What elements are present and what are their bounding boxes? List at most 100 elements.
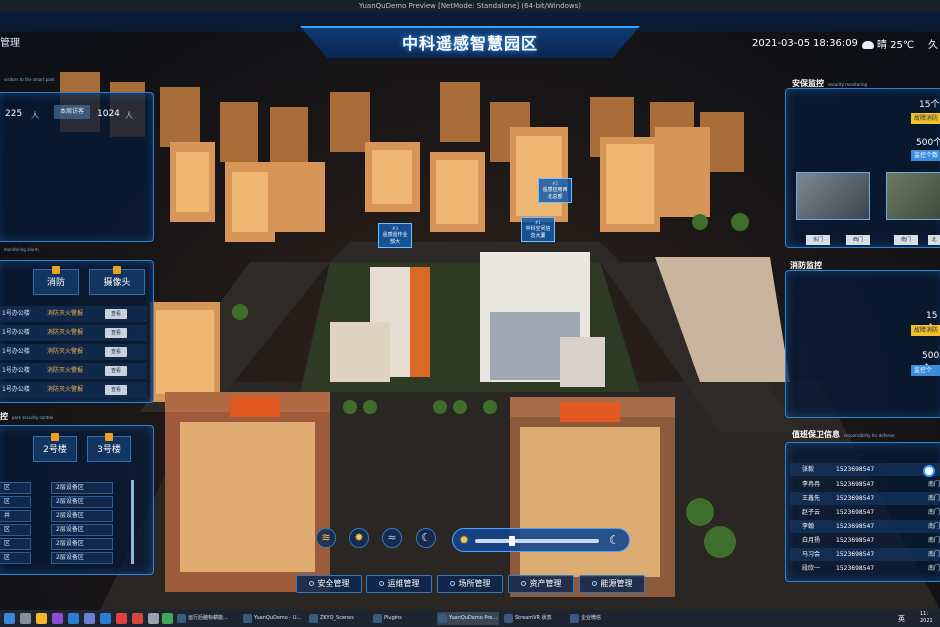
alarm-view-button[interactable]: 查看 <box>105 366 127 376</box>
tab-flag-icon <box>52 266 60 274</box>
visitor-unit: 人 <box>31 111 39 120</box>
duty-row: 李冉冉 1523698547 南门 <box>790 478 940 491</box>
slider-track[interactable] <box>475 539 599 543</box>
app-icon[interactable] <box>84 613 95 624</box>
camera-feed-thumbnail[interactable] <box>886 172 940 220</box>
slider-thumb[interactable] <box>509 536 515 546</box>
duty-name: 李冉冉 <box>802 481 821 488</box>
duty-title: 值班保卫信息 <box>792 430 840 439</box>
camera-gate-label[interactable]: 北 <box>928 235 940 245</box>
duty-name: 白月扬 <box>802 537 821 544</box>
security-scrollbar[interactable] <box>131 480 134 564</box>
alarm-view-button[interactable]: 查看 <box>105 328 127 338</box>
duty-row: 赵子云 1523698547 南门 <box>790 506 940 519</box>
taskbar-item[interactable]: Plugins <box>372 612 434 625</box>
snow-icon[interactable]: ≈ <box>382 528 402 548</box>
explorer-icon[interactable] <box>36 613 47 624</box>
building-tag[interactable]: #1 中科空间信息大厦 <box>521 217 555 242</box>
rain-icon[interactable]: ≋ <box>316 528 336 548</box>
alarm-view-button[interactable]: 查看 <box>105 347 127 357</box>
camera-feed-thumbnail[interactable] <box>796 172 870 220</box>
duty-name: 张毅 <box>802 466 815 473</box>
alarm-view-button[interactable]: 查看 <box>105 309 127 319</box>
taskbar-item-label: YuanQuDemo - U... <box>254 615 302 621</box>
alarm-row: 1号办公楼 消防灭火警报 查看 <box>0 363 147 379</box>
fire-panel: 15个 故障消防 500个 监控个 <box>785 270 940 418</box>
taskbar-item-active[interactable]: YuanQuDemo Pre... <box>437 612 499 625</box>
security-cell-area: 区 <box>0 496 31 508</box>
moon-icon[interactable]: ☾ <box>416 528 436 548</box>
taskbar-item-label: 企业微信 <box>581 615 602 621</box>
taskbar-item-label: 运行后脑标耕能... <box>188 615 228 621</box>
taskbar-item[interactable]: 运行后脑标耕能... <box>176 612 238 625</box>
duty-name: 段欣一 <box>802 565 821 572</box>
duty-row: 马习会 1523698547 南门 <box>790 548 940 561</box>
tab-building-2[interactable]: 2号楼 <box>33 433 77 462</box>
tab-camera-label: 摄像头 <box>103 278 131 288</box>
duty-subtitle: responsibility for defense <box>844 433 895 438</box>
duty-toggle-knob[interactable] <box>923 465 935 477</box>
taskbar-item[interactable]: YuanQuDemo - U... <box>242 612 304 625</box>
security-title: 控 <box>0 412 8 421</box>
camera-gate-label[interactable]: 南门 <box>894 235 918 245</box>
taskbar-item[interactable]: StreamVR 状态 <box>503 612 565 625</box>
chrome-icon[interactable] <box>162 613 173 624</box>
app-icon[interactable] <box>148 613 159 624</box>
folder-icon <box>373 614 382 623</box>
alarm-view-button[interactable]: 查看 <box>105 385 127 395</box>
duty-gate: 南门 <box>928 565 940 572</box>
daytime-slider[interactable]: ✹ ☾ <box>452 528 630 552</box>
tab-fire[interactable]: 消防 <box>33 266 79 295</box>
tab-camera[interactable]: 摄像头 <box>89 266 145 295</box>
window-title-bar: YuanQuDemo Preview [NetMode: Standalone]… <box>0 0 940 12</box>
duty-phone: 1523698547 <box>836 481 875 488</box>
building-tag-label: 中科空间信息大厦 <box>525 226 551 239</box>
camera-fault-badge: 故障消防 <box>911 113 940 124</box>
building-tag[interactable]: #2 遥感应用西北总部 <box>538 178 572 203</box>
unreal-icon <box>243 614 252 623</box>
nav-asset-management[interactable]: 资产管理 <box>508 575 574 593</box>
fire-fault-badge: 故障消防 <box>911 325 940 336</box>
duty-phone: 1523698547 <box>836 565 875 572</box>
windows-taskbar: 运行后脑标耕能... YuanQuDemo - U... ZKYQ_Scenes… <box>0 610 940 627</box>
app-icon[interactable] <box>132 613 143 624</box>
security-cell-area: 井 <box>0 510 31 522</box>
vscode-icon[interactable] <box>68 613 79 624</box>
tab-building-3[interactable]: 3号楼 <box>87 433 131 462</box>
clock-time: 11: <box>920 611 929 617</box>
nav-operations-management[interactable]: 运维管理 <box>366 575 432 593</box>
nav-dot-icon <box>520 581 526 586</box>
taskbar-clock[interactable]: 11: 2021 <box>920 611 933 625</box>
taskbar-item[interactable]: 企业微信 <box>569 612 627 625</box>
visual-studio-icon[interactable] <box>52 613 63 624</box>
nav-site-management[interactable]: 场所管理 <box>437 575 503 593</box>
app-icon[interactable] <box>116 613 127 624</box>
camera-gate-label[interactable]: 西门 <box>846 235 870 245</box>
app-icon[interactable] <box>100 613 111 624</box>
camera-gate-label[interactable]: 东门 <box>806 235 830 245</box>
taskbar-item-label: Plugins <box>384 615 402 621</box>
ime-indicator[interactable]: 英 <box>898 614 905 624</box>
duty-row: 张毅 1523698547 <box>790 463 940 476</box>
windows-start-icon[interactable] <box>4 613 15 624</box>
security-subtitle: park security control <box>12 415 54 420</box>
taskbar-item[interactable]: ZKYQ_Scenes <box>308 612 370 625</box>
sun-icon[interactable]: ✸ <box>349 528 369 548</box>
alarm-row: 1号办公楼 消防灭火警报 查看 <box>0 344 147 360</box>
nav-safety-management[interactable]: 安全管理 <box>296 575 362 593</box>
clock-date: 2021 <box>920 618 933 624</box>
taskview-icon[interactable] <box>20 613 31 624</box>
alarm-panel: 消防 摄像头 1号办公楼 消防灭火警报 查看 1号办公楼 消防灭火警报 查看 1… <box>0 260 154 403</box>
tab-building-2-label: 2号楼 <box>43 445 67 455</box>
building-tag[interactable]: #3 遥感遥作业部大 <box>378 223 412 248</box>
duty-row: 段欣一 1523698547 南门 <box>790 562 940 575</box>
alarm-location: 1号办公楼 <box>2 348 30 355</box>
visitor-count: 225 <box>5 109 23 119</box>
weekly-visitor-count: 1024 <box>97 109 120 119</box>
tab-flag-icon <box>51 433 59 441</box>
security-cell-zone: 2层设备区 <box>51 482 113 494</box>
security-cell-area: 区 <box>0 538 31 550</box>
nav-energy-management[interactable]: 能源管理 <box>579 575 645 593</box>
alarm-location: 1号办公楼 <box>2 310 30 317</box>
taskbar-item-label: StreamVR 状态 <box>515 615 552 621</box>
